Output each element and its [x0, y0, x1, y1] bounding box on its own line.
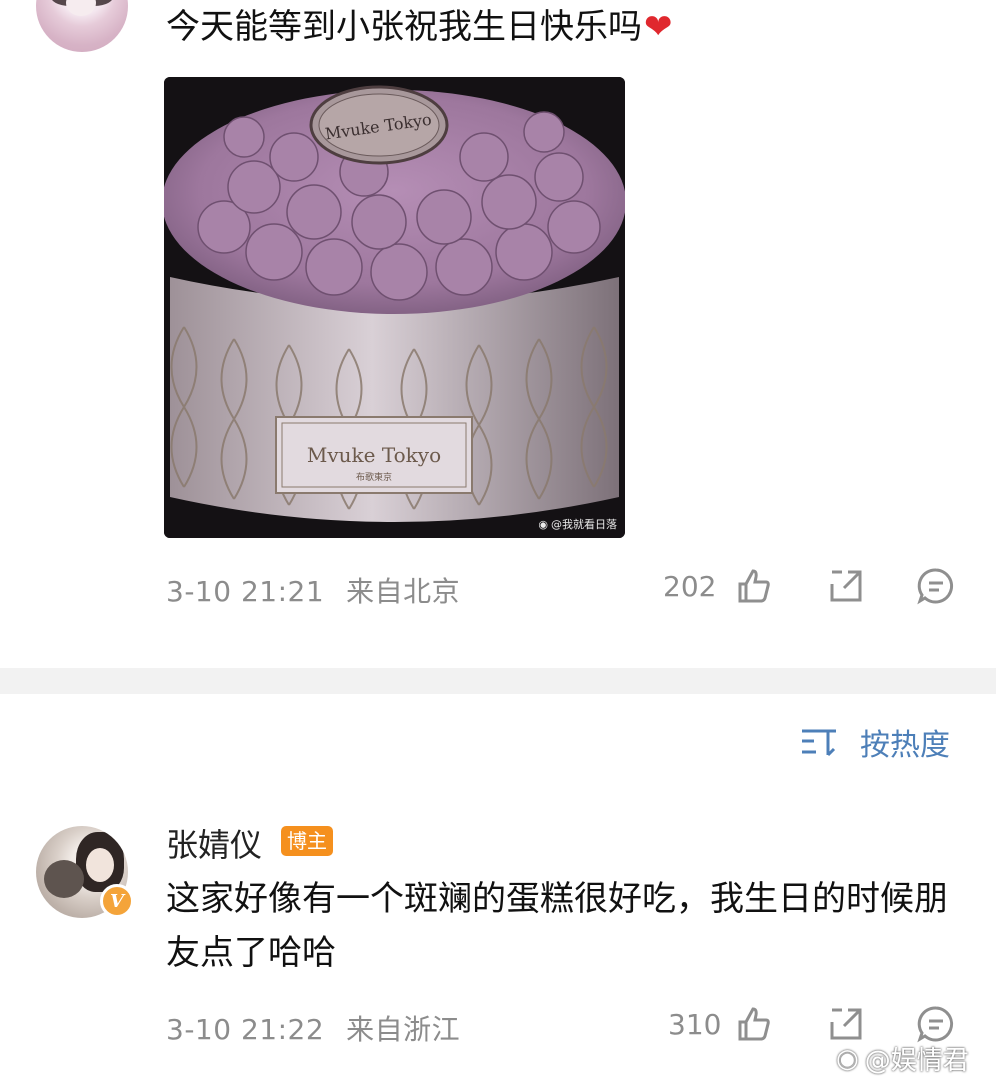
post-like-count: 202	[663, 570, 717, 603]
post-location: 来自北京	[346, 575, 461, 608]
avatar-face	[86, 848, 114, 882]
corner-watermark-text: @娱情君	[864, 1046, 969, 1076]
reply-username[interactable]: 张婧仪	[166, 820, 262, 866]
avatar-pet	[44, 860, 84, 898]
weibo-logo-icon: ◉	[538, 517, 548, 531]
author-avatar[interactable]	[36, 0, 128, 52]
reply-like-button[interactable]	[734, 1004, 774, 1044]
verified-badge-icon: V	[100, 884, 134, 918]
heart-emoji-icon: ❤	[644, 7, 673, 47]
reply-repost-button[interactable]	[826, 1004, 866, 1044]
photo-watermark-text: @我就看日落	[551, 518, 617, 531]
reply-comment-button[interactable]	[916, 1004, 956, 1044]
share-icon	[830, 1008, 862, 1040]
comment-icon	[917, 1006, 954, 1043]
comment-button[interactable]	[916, 566, 956, 606]
thumbs-up-icon	[738, 569, 770, 603]
post-photo[interactable]: Mvuke Tokyo Mvuke Tokyo 布歌東京 ◉ @我就看日落	[164, 77, 625, 538]
corner-watermark: ◉ @娱情君	[836, 1040, 969, 1077]
section-divider	[0, 668, 996, 694]
reply-location: 来自浙江	[346, 1013, 461, 1046]
reply-meta: 3-10 21:22 来自浙江	[166, 1008, 460, 1048]
blogger-badge: 博主	[281, 826, 333, 856]
post-meta: 3-10 21:21 来自北京	[166, 570, 460, 610]
reply-time: 3-10 21:22	[166, 1013, 325, 1046]
share-icon	[830, 570, 862, 602]
sort-icon	[802, 729, 836, 757]
box-brand-label: Mvuke Tokyo	[307, 443, 441, 467]
comment-icon	[917, 568, 954, 605]
thumbs-up-icon	[738, 1007, 770, 1041]
post-text: 今天能等到小张祝我生日快乐吗❤	[166, 6, 673, 48]
photo-watermark: ◉ @我就看日落	[538, 516, 617, 532]
like-button[interactable]	[734, 566, 774, 606]
reply-text: 这家好像有一个斑斓的蛋糕很好吃，我生日的时候朋友点了哈哈	[166, 879, 948, 973]
box-sub-label: 布歌東京	[356, 471, 392, 483]
reply-like-count: 310	[668, 1008, 722, 1041]
avatar-face	[66, 0, 96, 16]
sort-toggle[interactable]: 按热度	[800, 720, 950, 764]
sort-label: 按热度	[860, 728, 950, 763]
repost-button[interactable]	[826, 566, 866, 606]
cake-illustration: Mvuke Tokyo Mvuke Tokyo 布歌東京	[164, 77, 625, 538]
post-text-content: 今天能等到小张祝我生日快乐吗	[166, 7, 642, 47]
weibo-logo-icon: ◉	[836, 1043, 859, 1074]
post-time: 3-10 21:21	[166, 575, 325, 608]
